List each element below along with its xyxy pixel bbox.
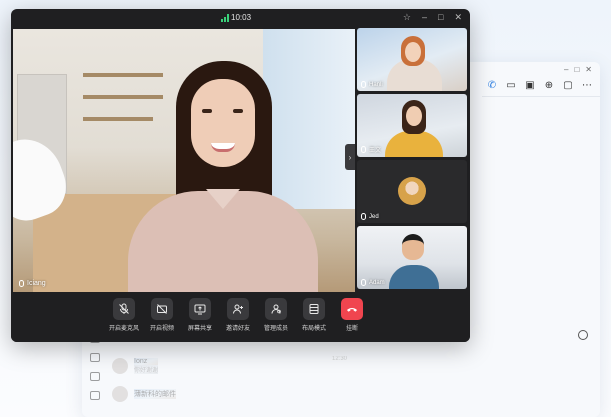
- screen-share-icon: [189, 298, 211, 320]
- folder-icon[interactable]: [90, 353, 100, 362]
- signal-icon: [221, 14, 229, 22]
- participant-tile[interactable]: Jed: [357, 160, 467, 223]
- manage-members-label: 管理成员: [263, 326, 288, 332]
- mic-icon: [361, 81, 366, 88]
- list-item[interactable]: Ionz 你好谢谢: [112, 352, 242, 380]
- hang-up-icon: [341, 298, 363, 320]
- contact-name: Ionz: [134, 358, 159, 365]
- participant-name: Adam: [369, 279, 385, 286]
- pin-icon[interactable]: ☆: [403, 12, 411, 23]
- mic-icon: [361, 279, 366, 286]
- speaker-name: Iciang: [27, 280, 46, 287]
- members-icon: [265, 298, 287, 320]
- phone-icon[interactable]: ✆: [486, 79, 498, 91]
- list-item[interactable]: 薄新科的邮件 12:30: [112, 356, 347, 408]
- manage-members-button[interactable]: 管理成员: [256, 298, 296, 332]
- add-member-icon[interactable]: ⊕: [543, 79, 555, 91]
- layout-mode-button[interactable]: 布局模式: [294, 298, 334, 332]
- close-icon[interactable]: ✕: [454, 12, 462, 23]
- contact-name: 薄新科的邮件: [134, 389, 176, 399]
- speaker-figure: [128, 61, 318, 292]
- divider: [482, 96, 600, 97]
- avatar: [112, 386, 128, 402]
- menu-icon[interactable]: [90, 391, 100, 400]
- chevron-right-icon: ›: [348, 152, 352, 162]
- message-preview: 你好谢谢: [134, 365, 159, 374]
- meeting-time: 10:03: [231, 13, 252, 22]
- participant-tile[interactable]: Adam: [357, 226, 467, 289]
- mic-toggle-label: 开启麦克风: [108, 326, 139, 332]
- minimize-icon[interactable]: –: [422, 12, 427, 23]
- video-toggle-label: 开启视频: [149, 326, 174, 332]
- message-icon[interactable]: ▢: [562, 79, 574, 91]
- video-icon[interactable]: ▭: [505, 79, 517, 91]
- more-icon[interactable]: ⋯: [581, 79, 593, 91]
- meeting-control-bar: 开启麦克风 开启视频 屏幕共享 邀请好友 管理成员 布局模式 挂断: [11, 292, 470, 342]
- layout-icon: [303, 298, 325, 320]
- mic-icon: [19, 280, 24, 287]
- mic-icon: [361, 213, 366, 220]
- add-person-icon: [227, 298, 249, 320]
- participant-name: Hanli: [369, 81, 383, 88]
- chat-toolbar: ✆ ▭ ▣ ⊕ ▢ ⋯: [482, 76, 600, 94]
- message-time: 12:30: [332, 356, 348, 362]
- mic-icon: [361, 146, 366, 153]
- mic-toggle-button[interactable]: 开启麦克风: [104, 298, 144, 332]
- contact-list: Ionz 你好谢谢 薄新科的邮件 12:30: [112, 352, 347, 408]
- collapse-panel-button[interactable]: ›: [345, 144, 355, 170]
- speaker-name-tag: Iciang: [19, 280, 46, 287]
- mic-off-icon: [113, 298, 135, 320]
- invite-button[interactable]: 邀请好友: [218, 298, 258, 332]
- participant-thumbnails: Hanli 王文 Jed Adam: [357, 28, 467, 292]
- layout-mode-label: 布局模式: [301, 326, 326, 332]
- participant-name: Jed: [369, 213, 379, 220]
- meeting-window: 10:03 ☆ – □ ✕ Iciang › Hanli 王文 Jed Adam…: [11, 9, 470, 342]
- chat-sidebar: [90, 334, 106, 400]
- video-toggle-button[interactable]: 开启视频: [142, 298, 182, 332]
- avatar: [398, 177, 426, 205]
- main-speaker-video[interactable]: Iciang: [13, 29, 355, 292]
- screen-share-label: 屏幕共享: [187, 326, 212, 332]
- bookmark-icon[interactable]: [90, 372, 100, 381]
- hang-up-button[interactable]: 挂断: [332, 298, 372, 332]
- camera-off-icon: [151, 298, 173, 320]
- meeting-titlebar: 10:03 ☆ – □ ✕: [11, 9, 470, 29]
- participant-tile[interactable]: Hanli: [357, 28, 467, 91]
- participant-name: 王文: [369, 148, 382, 154]
- invite-label: 邀请好友: [225, 326, 250, 332]
- maximize-icon[interactable]: □: [438, 12, 443, 23]
- screen-share-button[interactable]: 屏幕共享: [180, 298, 220, 332]
- window-controls: ☆ – □ ✕: [403, 12, 462, 23]
- history-icon[interactable]: [578, 330, 588, 340]
- avatar: [112, 358, 128, 374]
- hang-up-label: 挂断: [345, 326, 358, 332]
- screen-icon[interactable]: ▣: [524, 79, 536, 91]
- participant-tile[interactable]: 王文: [357, 94, 467, 157]
